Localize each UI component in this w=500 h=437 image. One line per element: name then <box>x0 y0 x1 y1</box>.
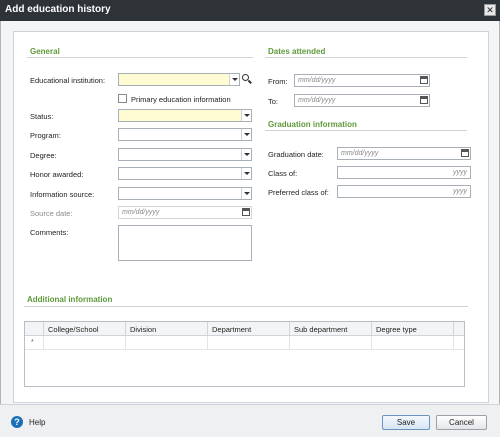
grid-cell[interactable] <box>207 336 289 350</box>
from-date-placeholder: mm/dd/yyyy <box>298 77 336 84</box>
calendar-icon[interactable] <box>419 95 429 106</box>
status-label: Status: <box>30 112 54 121</box>
chevron-down-icon[interactable] <box>241 129 251 140</box>
program-label: Program: <box>30 131 61 140</box>
status-dropdown[interactable] <box>118 109 252 122</box>
chevron-down-icon[interactable] <box>229 74 239 85</box>
to-date-field[interactable]: mm/dd/yyyy <box>294 94 430 107</box>
honor-awarded-dropdown[interactable] <box>118 167 252 180</box>
dialog-footer: ? Help Save Cancel <box>0 404 500 437</box>
column-header-college-school[interactable]: College/School <box>43 322 125 336</box>
educational-institution-label: Educational institution: <box>30 76 106 85</box>
help-icon[interactable]: ? <box>11 416 23 428</box>
class-of-label: Class of: <box>268 169 298 178</box>
table-row[interactable]: * <box>25 336 464 350</box>
educational-institution-field[interactable] <box>118 73 240 86</box>
additional-information-grid: College/School Division Department Sub d… <box>24 321 465 387</box>
class-of-placeholder: yyyy <box>453 169 467 176</box>
column-header-sub-department[interactable]: Sub department <box>289 322 371 336</box>
graduation-date-placeholder: mm/dd/yyyy <box>341 150 379 157</box>
help-link[interactable]: Help <box>29 418 45 427</box>
graduation-date-field[interactable]: mm/dd/yyyy <box>337 147 471 160</box>
row-selector-header <box>25 322 43 336</box>
program-dropdown[interactable] <box>118 128 252 141</box>
information-source-dropdown[interactable] <box>118 187 252 200</box>
section-divider <box>265 130 467 131</box>
preferred-class-of-field[interactable]: yyyy <box>337 185 471 198</box>
primary-education-checkbox[interactable] <box>118 94 127 103</box>
grid-header-filler <box>453 322 464 336</box>
grid-cell[interactable] <box>125 336 207 350</box>
comments-label: Comments: <box>30 228 69 237</box>
source-date-label: Source date: <box>30 209 73 218</box>
section-title-general: General <box>30 47 60 56</box>
column-header-division[interactable]: Division <box>125 322 207 336</box>
chevron-down-icon[interactable] <box>241 149 251 160</box>
grid-cell-filler <box>453 336 464 350</box>
primary-education-label: Primary education information <box>131 95 231 104</box>
to-date-placeholder: mm/dd/yyyy <box>298 97 336 104</box>
chevron-down-icon[interactable] <box>241 110 251 121</box>
grid-cell[interactable] <box>289 336 371 350</box>
degree-dropdown[interactable] <box>118 148 252 161</box>
calendar-icon[interactable] <box>419 75 429 86</box>
information-source-label: Information source: <box>30 190 95 199</box>
calendar-icon[interactable] <box>241 207 251 218</box>
calendar-icon[interactable] <box>460 148 470 159</box>
source-date-field[interactable]: mm/dd/yyyy <box>118 206 252 219</box>
comments-textarea[interactable] <box>118 225 252 261</box>
chevron-down-icon[interactable] <box>241 168 251 179</box>
new-row-marker: * <box>31 339 34 346</box>
section-title-graduation-information: Graduation information <box>268 120 357 129</box>
section-divider <box>27 57 253 58</box>
preferred-class-of-label: Preferred class of: <box>268 188 329 197</box>
section-title-dates-attended: Dates attended <box>268 47 326 56</box>
section-divider <box>24 306 468 307</box>
section-divider <box>265 57 467 58</box>
graduation-date-label: Graduation date: <box>268 150 324 159</box>
grid-cell[interactable] <box>43 336 125 350</box>
section-title-additional-information: Additional information <box>27 295 113 304</box>
grid-header: College/School Division Department Sub d… <box>25 322 464 336</box>
save-button[interactable]: Save <box>382 415 430 430</box>
cancel-button[interactable]: Cancel <box>436 415 487 430</box>
grid-cell[interactable] <box>371 336 453 350</box>
class-of-field[interactable]: yyyy <box>337 166 471 179</box>
degree-label: Degree: <box>30 151 57 160</box>
search-icon[interactable] <box>241 73 253 86</box>
source-date-placeholder: mm/dd/yyyy <box>122 209 160 216</box>
from-label: From: <box>268 77 288 86</box>
honor-awarded-label: Honor awarded: <box>30 170 84 179</box>
close-icon[interactable]: ✕ <box>484 4 496 16</box>
column-header-department[interactable]: Department <box>207 322 289 336</box>
from-date-field[interactable]: mm/dd/yyyy <box>294 74 430 87</box>
chevron-down-icon[interactable] <box>241 188 251 199</box>
dialog-title-bar: Add education history ✕ <box>0 0 500 21</box>
preferred-class-of-placeholder: yyyy <box>453 188 467 195</box>
dialog-title: Add education history <box>5 4 111 15</box>
to-label: To: <box>268 97 279 106</box>
column-header-degree-type[interactable]: Degree type <box>371 322 453 336</box>
